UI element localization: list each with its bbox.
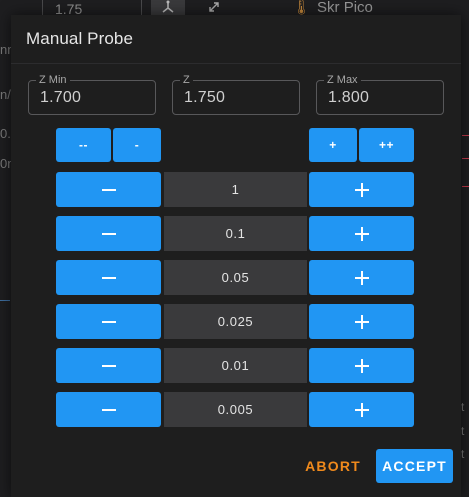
step-increase-button[interactable] (309, 392, 414, 427)
minus-icon (101, 276, 116, 279)
step-value: 0.05 (164, 260, 307, 295)
plus-label: + (329, 138, 337, 152)
step-increase-button[interactable] (309, 348, 414, 383)
step-value: 0.025 (164, 304, 307, 339)
plus-button[interactable]: + (309, 128, 357, 162)
thermometer-icon: 🌡 (292, 0, 312, 16)
title-divider (11, 63, 461, 64)
double-plus-label: ++ (378, 138, 394, 152)
background-divider (462, 158, 469, 159)
step-value: 0.1 (164, 216, 307, 251)
minus-label: - (134, 138, 140, 152)
step-value: 0.01 (164, 348, 307, 383)
step-increase-button[interactable] (309, 216, 414, 251)
plus-icon (354, 182, 369, 197)
minus-icon (101, 232, 116, 235)
background-fragment: t (461, 400, 465, 414)
plus-icon (354, 226, 369, 241)
plus-icon (354, 402, 369, 417)
axis-icon (151, 0, 185, 16)
z-min-label: Z Min (36, 73, 70, 87)
step-decrease-button[interactable] (56, 392, 161, 427)
plus-icon (354, 270, 369, 285)
accept-button[interactable]: ACCEPT (376, 449, 453, 483)
step-decrease-button[interactable] (56, 348, 161, 383)
z-max-field[interactable]: Z Max 1.800 (316, 73, 444, 115)
manual-probe-dialog: Manual Probe Z Min 1.700 Z 1.750 Z Max 1… (11, 15, 461, 497)
minus-icon (101, 320, 116, 323)
background-divider (0, 300, 10, 301)
z-min-value: 1.700 (40, 89, 82, 106)
double-minus-label: -- (79, 138, 88, 152)
minus-button[interactable]: - (113, 128, 161, 162)
step-decrease-button[interactable] (56, 172, 161, 207)
step-increase-button[interactable] (309, 260, 414, 295)
step-decrease-button[interactable] (56, 260, 161, 295)
z-max-label: Z Max (324, 73, 361, 87)
step-decrease-button[interactable] (56, 304, 161, 339)
minus-icon (101, 364, 116, 367)
z-value: 1.750 (184, 89, 226, 106)
step-value: 0.005 (164, 392, 307, 427)
z-max-value: 1.800 (328, 89, 370, 106)
double-minus-button[interactable]: -- (56, 128, 111, 162)
abort-button[interactable]: ABORT (301, 449, 365, 483)
minus-icon (101, 188, 116, 191)
background-fragment: t (461, 447, 465, 461)
dialog-title: Manual Probe (26, 29, 134, 48)
step-increase-button[interactable] (309, 304, 414, 339)
background-divider (462, 186, 469, 187)
plus-icon (354, 358, 369, 373)
step-decrease-button[interactable] (56, 216, 161, 251)
z-min-field[interactable]: Z Min 1.700 (28, 73, 156, 115)
z-label: Z (180, 73, 193, 87)
background-fragment: t (461, 424, 465, 438)
printer-name: Skr Pico (317, 0, 373, 16)
expand-icon (197, 0, 231, 16)
step-value: 1 (164, 172, 307, 207)
minus-icon (101, 408, 116, 411)
background-divider (462, 135, 469, 136)
z-field[interactable]: Z 1.750 (172, 73, 300, 115)
double-plus-button[interactable]: ++ (359, 128, 414, 162)
plus-icon (354, 314, 369, 329)
printer-label: 🌡 Skr Pico (292, 0, 373, 16)
background-fragment: n/ (0, 87, 11, 102)
step-increase-button[interactable] (309, 172, 414, 207)
